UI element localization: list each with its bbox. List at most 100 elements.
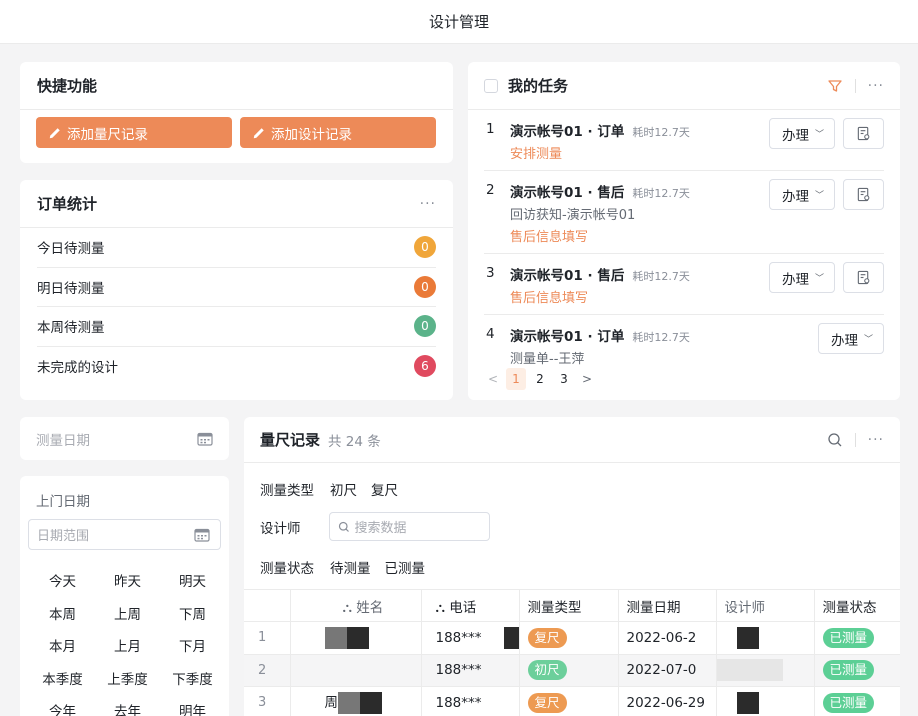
date-preset-option[interactable]: 本月	[30, 629, 95, 662]
task-detail-button[interactable]	[843, 179, 884, 210]
table-row[interactable]: 2 188*** 初尺 2022-07-0 已测量	[244, 654, 900, 687]
org-icon: ⛬	[435, 599, 450, 616]
date-preset-option[interactable]: 下月	[160, 629, 225, 662]
task-title[interactable]: 演示帐号01 · 售后	[510, 264, 624, 284]
redacted-block	[503, 626, 518, 649]
handle-label: 办理	[830, 332, 858, 349]
stats-row[interactable]: 本周待测量 0	[37, 307, 436, 347]
table-header-index	[244, 589, 291, 622]
designer-filter: 设计师 搜索数据	[260, 512, 490, 541]
filter-icon[interactable]	[827, 78, 843, 94]
table-header-designer[interactable]: 设计师	[716, 589, 815, 622]
order-stats-card: 订单统计 ··· 今日待测量 0 明日待测量 0 本周待测量 0 未完成的设计 6	[20, 180, 453, 400]
name-cell	[290, 621, 422, 655]
row-index: 2	[244, 654, 291, 687]
prev-page-button[interactable]: <	[484, 372, 502, 386]
handle-label: 办理	[781, 188, 809, 205]
designer-search-input[interactable]: 搜索数据	[328, 512, 490, 541]
date-cell: 2022-06-29	[618, 686, 717, 716]
type-cell: 复尺	[519, 686, 619, 716]
date-cell: 2022-07-0	[618, 654, 717, 687]
date-preset-option[interactable]: 明年	[160, 694, 225, 716]
date-preset-option[interactable]: 下季度	[160, 662, 225, 695]
select-all-checkbox[interactable]	[484, 78, 498, 93]
redacted-block	[716, 691, 737, 714]
filter-label: 测量状态	[260, 561, 314, 577]
task-duration: 耗时12.7天	[632, 331, 690, 344]
task-detail-button[interactable]	[843, 118, 884, 149]
date-range-placeholder: 日期范围	[37, 529, 90, 544]
phone-value: 188***	[435, 662, 482, 679]
date-preset-option[interactable]: 上月	[95, 629, 160, 662]
measure-records-title: 量尺记录	[260, 431, 321, 449]
calendar-icon	[197, 432, 213, 446]
more-icon[interactable]: ···	[420, 196, 436, 212]
page-1-button[interactable]: 1	[506, 368, 526, 390]
date-preset-option[interactable]: 本周	[30, 597, 95, 630]
handle-dropdown-button[interactable]: 办理 ﹀	[768, 118, 835, 149]
handle-dropdown-button[interactable]: 办理 ﹀	[768, 179, 835, 210]
stats-label: 未完成的设计	[37, 360, 118, 377]
page-3-button[interactable]: 3	[554, 368, 574, 390]
table-header-name[interactable]: ⛬ 姓名	[290, 589, 422, 622]
task-duration: 耗时12.7天	[632, 126, 690, 139]
task-step-link[interactable]: 售后信息填写	[510, 226, 884, 245]
more-icon[interactable]: ···	[868, 432, 884, 448]
status-cell: 已测量	[814, 654, 900, 687]
date-preset-option[interactable]: 上周	[95, 597, 160, 630]
quick-functions-title: 快捷功能	[37, 77, 98, 95]
task-title[interactable]: 演示帐号01 · 订单	[510, 120, 624, 140]
next-page-button[interactable]: >	[578, 372, 596, 386]
task-title[interactable]: 演示帐号01 · 售后	[510, 181, 624, 201]
search-placeholder: 搜索数据	[354, 521, 407, 536]
date-preset-option[interactable]: 下周	[160, 597, 225, 630]
chevron-down-icon: ﹀	[814, 130, 824, 140]
handle-label: 办理	[781, 127, 809, 144]
filter-label: 设计师	[260, 520, 301, 537]
handle-dropdown-button[interactable]: 办理 ﹀	[768, 262, 835, 293]
chevron-down-icon: ﹀	[814, 274, 824, 284]
date-preset-option[interactable]: 今天	[30, 564, 95, 597]
table-header-date[interactable]: 测量日期	[618, 589, 717, 622]
type-tag: 复尺	[527, 627, 567, 648]
measure-date-picker[interactable]: 测量日期	[20, 417, 229, 460]
stats-row[interactable]: 今日待测量 0	[37, 228, 436, 268]
filter-option-initial[interactable]: 初尺	[330, 479, 357, 499]
filter-option-review[interactable]: 复尺	[371, 479, 398, 499]
date-preset-option[interactable]: 明天	[160, 564, 225, 597]
task-detail-button[interactable]	[843, 262, 884, 293]
date-preset-option[interactable]: 去年	[95, 694, 160, 716]
date-range-input[interactable]: 日期范围	[28, 519, 221, 550]
search-icon[interactable]	[827, 432, 843, 448]
table-row[interactable]: 3 周 188*** 复尺 2022-06-29 已测量	[244, 686, 900, 716]
more-icon[interactable]: ···	[868, 78, 884, 94]
date-preset-option[interactable]: 今年	[30, 694, 95, 716]
task-item: 2 演示帐号01 · 售后 耗时12.7天 回访获知-演示帐号01 售后信息填写 办理 ﹀	[484, 171, 884, 254]
name-prefix: 周	[324, 695, 339, 712]
task-number: 1	[486, 121, 495, 137]
date-preset-option[interactable]: 昨天	[95, 564, 160, 597]
status-tag: 已测量	[822, 660, 875, 681]
table-row[interactable]: 1 188*** 复尺 2022-06-2 已测量	[244, 621, 900, 655]
add-measure-record-button[interactable]: 添加量尺记录	[36, 117, 232, 148]
table-header-type[interactable]: 测量类型	[519, 589, 619, 622]
row-index: 1	[244, 621, 291, 655]
stats-row[interactable]: 明日待测量 0	[37, 268, 436, 307]
filter-option-done[interactable]: 已测量	[385, 557, 426, 577]
handle-dropdown-button[interactable]: 办理 ﹀	[817, 323, 884, 354]
filter-option-pending[interactable]: 待测量	[330, 557, 371, 577]
table-header-phone[interactable]: ⛬ 电话	[421, 589, 520, 622]
table-header-status[interactable]: 测量状态	[814, 589, 900, 622]
stats-row[interactable]: 未完成的设计 6	[37, 347, 436, 387]
measure-records-card: 量尺记录 共 24 条 ··· 测量类型 初尺 复尺 设计师 搜索数据 测量状态…	[244, 417, 900, 716]
page-2-button[interactable]: 2	[530, 368, 550, 390]
page-title: 设计管理	[428, 13, 489, 31]
visit-date-title: 上门日期	[36, 494, 90, 510]
task-number: 4	[486, 326, 495, 342]
date-preset-option[interactable]: 上季度	[95, 662, 160, 695]
date-preset-option[interactable]: 本季度	[30, 662, 95, 695]
document-icon	[857, 270, 870, 285]
task-title[interactable]: 演示帐号01 · 订单	[510, 325, 624, 345]
add-design-record-button[interactable]: 添加设计记录	[240, 117, 436, 148]
top-bar: 设计管理	[0, 0, 918, 44]
